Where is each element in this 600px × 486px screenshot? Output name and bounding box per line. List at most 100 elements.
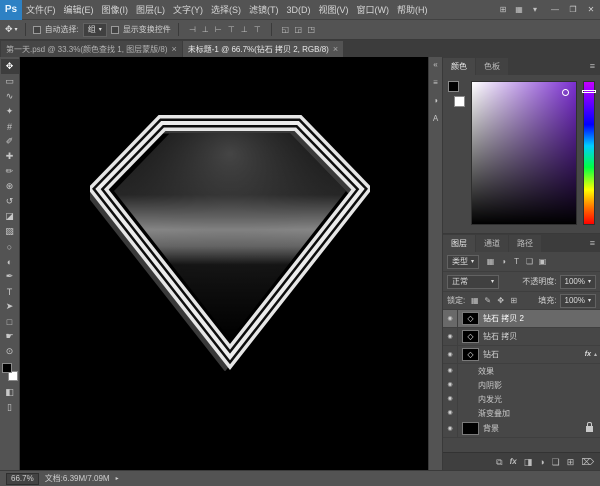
menu-item[interactable]: 图像(I) [98, 0, 133, 20]
foreground-background-swatches[interactable] [2, 363, 18, 381]
show-transform-checkbox[interactable] [111, 26, 119, 34]
healing-brush-tool[interactable]: ✚ [1, 149, 19, 164]
layer-thumbnail[interactable]: ◇ [462, 348, 479, 361]
screen-mode-button[interactable]: ▯ [1, 400, 19, 415]
visibility-toggle[interactable]: ◉ [443, 420, 458, 437]
menu-item[interactable]: 3D(D) [283, 0, 315, 20]
filter-kind-icon[interactable]: ❏ [523, 255, 536, 269]
menu-item[interactable]: 图层(L) [132, 0, 169, 20]
align-icon[interactable]: ⊤ [225, 23, 238, 37]
tab-paths[interactable]: 路径 [509, 235, 541, 252]
layer-thumbnail[interactable]: ◇ [462, 312, 479, 325]
tab-document-2[interactable]: 未标题-1 @ 66.7%(钻石 拷贝 2, RGB/8) × [183, 41, 343, 57]
view-extras-icon[interactable]: ⊞ [496, 3, 510, 17]
marquee-tool[interactable]: ▭ [1, 74, 19, 89]
tab-color[interactable]: 颜色 [443, 58, 475, 75]
align-icon[interactable]: ⊣ [186, 23, 199, 37]
hand-tool[interactable]: ☛ [1, 329, 19, 344]
menu-item[interactable]: 选择(S) [207, 0, 245, 20]
menu-item[interactable]: 编辑(E) [60, 0, 98, 20]
delete-layer-button[interactable]: ⌦ [581, 453, 594, 471]
menu-item[interactable]: 文字(Y) [169, 0, 207, 20]
align-icon[interactable]: ⊤ [251, 23, 264, 37]
filter-kind-icon[interactable]: ◑ [497, 255, 510, 269]
align-icon[interactable]: ⊢ [212, 23, 225, 37]
lock-option-icon[interactable]: ⊞ [507, 294, 520, 308]
blend-mode-dropdown[interactable]: 正常 ▾ [447, 275, 499, 289]
history-brush-tool[interactable]: ↺ [1, 194, 19, 209]
brush-tool[interactable]: ✏ [1, 164, 19, 179]
minimize-button[interactable]: — [546, 0, 564, 20]
eyedropper-tool[interactable]: ✐ [1, 134, 19, 149]
link-layers-button[interactable]: ⧉ [496, 453, 502, 471]
distribute-icon[interactable]: ◱ [279, 23, 292, 37]
auto-select-checkbox[interactable] [33, 26, 41, 34]
collapsed-panel-character[interactable]: A [433, 114, 438, 124]
layer-name[interactable]: 背景 [483, 423, 499, 434]
layer-row-diamond-copy-2[interactable]: ◉ ◇ 钻石 拷贝 2 [443, 310, 600, 328]
collapsed-panel-adjustments[interactable]: ◑ [433, 96, 438, 106]
menu-item[interactable]: 文件(F) [22, 0, 60, 20]
zoom-tool[interactable]: ⊙ [1, 344, 19, 359]
effect-row[interactable]: ◉ 内阴影 [443, 378, 600, 392]
effect-visibility-toggle[interactable]: ◉ [443, 392, 458, 406]
visibility-toggle[interactable]: ◉ [443, 346, 458, 363]
crop-tool[interactable]: # [1, 119, 19, 134]
quick-select-tool[interactable]: ✦ [1, 104, 19, 119]
filter-type-dropdown[interactable]: 类型 ▾ [447, 255, 479, 269]
layer-style-button[interactable]: fx [510, 453, 517, 471]
tab-document-1[interactable]: 第一天.psd @ 33.3%(颜色查找 1, 图层蒙版/8) × [1, 41, 182, 57]
layer-row-background[interactable]: ◉ 背景 [443, 420, 600, 438]
panel-menu-icon[interactable]: ≡ [585, 235, 600, 252]
menu-item[interactable]: 滤镜(T) [245, 0, 283, 20]
layer-thumbnail[interactable] [462, 422, 479, 435]
lock-option-icon[interactable]: ▦ [468, 294, 481, 308]
collapse-effects-icon[interactable]: ▴ [594, 351, 597, 358]
menu-item[interactable]: 视图(V) [315, 0, 353, 20]
workspace-switcher-icon[interactable]: ▾ [528, 3, 542, 17]
lock-option-icon[interactable]: ✥ [494, 294, 507, 308]
close-icon[interactable]: × [172, 44, 177, 54]
clone-stamp-tool[interactable]: ⊛ [1, 179, 19, 194]
distribute-icon[interactable]: ◲ [292, 23, 305, 37]
dodge-tool[interactable]: ◐ [1, 254, 19, 269]
auto-select-dropdown[interactable]: 组 ▾ [83, 23, 107, 37]
saturation-brightness-field[interactable] [471, 81, 577, 225]
visibility-toggle[interactable]: ◉ [443, 310, 458, 327]
filter-kind-icon[interactable]: ▣ [536, 255, 549, 269]
restore-button[interactable]: ❐ [564, 0, 582, 20]
fill-dropdown[interactable]: 100% ▾ [560, 294, 596, 308]
zoom-level-field[interactable]: 66.7% [6, 473, 39, 485]
type-tool[interactable]: T [1, 284, 19, 299]
blur-tool[interactable]: ○ [1, 239, 19, 254]
effect-row[interactable]: ◉ 内发光 [443, 392, 600, 406]
menu-item[interactable]: 窗口(W) [353, 0, 394, 20]
adjustment-layer-button[interactable]: ◑ [539, 453, 544, 471]
gradient-tool[interactable]: ▧ [1, 224, 19, 239]
shape-tool[interactable]: □ [1, 314, 19, 329]
filter-kind-icon[interactable]: T [510, 255, 523, 269]
effect-row[interactable]: ◉ 渐变叠加 [443, 406, 600, 420]
background-color-swatch[interactable] [454, 96, 465, 107]
arrange-documents-icon[interactable]: ▦ [512, 3, 526, 17]
effects-visibility-toggle[interactable]: ◉ [443, 364, 458, 378]
layer-thumbnail[interactable]: ◇ [462, 330, 479, 343]
layer-row-diamond[interactable]: ◉ ◇ 钻石 fx ▴ [443, 346, 600, 364]
canvas-area[interactable] [20, 57, 428, 470]
layer-name[interactable]: 钻石 拷贝 [483, 331, 517, 342]
layer-name[interactable]: 钻石 拷贝 2 [483, 313, 524, 324]
move-tool[interactable]: ✥ [1, 59, 19, 74]
tab-swatches[interactable]: 色板 [476, 58, 508, 75]
effect-visibility-toggle[interactable]: ◉ [443, 378, 458, 392]
align-icon[interactable]: ⊥ [238, 23, 251, 37]
hue-slider-handle[interactable] [582, 90, 596, 93]
add-mask-button[interactable]: ◨ [524, 453, 533, 471]
color-fg-bg-swatches[interactable] [448, 81, 465, 107]
hue-slider[interactable] [583, 81, 595, 225]
layer-row-diamond-copy[interactable]: ◉ ◇ 钻石 拷贝 [443, 328, 600, 346]
close-button[interactable]: ✕ [582, 0, 600, 20]
distribute-icon[interactable]: ◳ [305, 23, 318, 37]
tab-layers[interactable]: 图层 [443, 235, 475, 252]
eraser-tool[interactable]: ◪ [1, 209, 19, 224]
align-icon[interactable]: ⊥ [199, 23, 212, 37]
